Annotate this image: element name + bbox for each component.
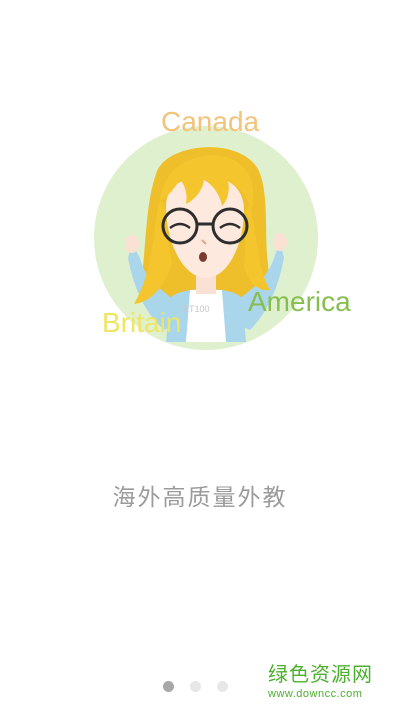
country-label-canada: Canada [161,106,260,137]
page-dot-3[interactable] [217,681,228,692]
page-dot-1[interactable] [163,681,174,692]
watermark-name: 绿色资源网 [268,662,373,686]
country-label-america: America [248,286,351,317]
onboarding-tagline: 海外高质量外教 [112,485,288,511]
avatar-watermark: ET100 [183,304,210,314]
country-label-britain: Britain [102,307,182,338]
page-indicator [163,681,228,692]
page-dot-2[interactable] [190,681,201,692]
watermark-url: www.downcc.com [268,688,363,700]
site-watermark: 绿色资源网 www.downcc.com [268,658,373,700]
hero-illustration: Canada America Britain ET100 [0,0,400,420]
